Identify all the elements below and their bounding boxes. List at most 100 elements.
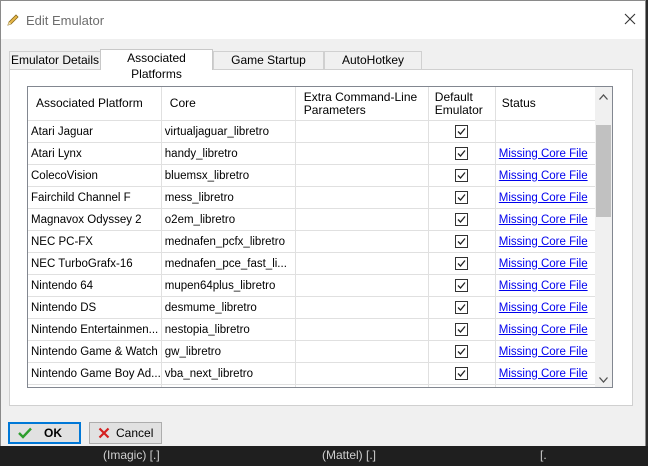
vertical-scrollbar[interactable] — [595, 87, 612, 387]
core-cell[interactable]: o2em_libretro — [161, 208, 296, 231]
extra-params-cell[interactable] — [295, 318, 429, 341]
platform-cell[interactable] — [28, 384, 162, 387]
platform-cell[interactable]: Nintendo 64 — [28, 274, 162, 297]
platforms-grid[interactable]: Associated Platform Core Extra Command-L… — [27, 86, 613, 388]
core-cell[interactable]: mupen64plus_libretro — [161, 274, 296, 297]
extra-params-cell[interactable] — [295, 274, 429, 297]
extra-params-cell[interactable] — [295, 186, 429, 209]
extra-params-cell[interactable] — [295, 384, 429, 387]
table-row[interactable]: Atari Lynx handy_libretro Missing Core Fil… — [28, 142, 598, 165]
cancel-button[interactable]: Cancel — [89, 422, 162, 444]
extra-params-cell[interactable] — [295, 120, 429, 143]
scrollbar-thumb[interactable] — [596, 125, 611, 217]
missing-core-file-link[interactable]: Missing Core File — [499, 368, 588, 380]
close-button[interactable] — [615, 1, 645, 39]
platform-cell[interactable]: Atari Lynx — [28, 142, 162, 165]
column-header-platform[interactable]: Associated Platform — [28, 87, 162, 121]
table-row[interactable]: Nintendo Entertainmen... nestopia_libretr… — [28, 318, 598, 341]
missing-core-file-link[interactable]: Missing Core File — [499, 258, 588, 270]
table-row[interactable]: Fairchild Channel Fmess_libretro Missing … — [28, 186, 598, 209]
platform-cell[interactable]: Nintendo Game Boy Ad... — [28, 362, 162, 385]
table-row[interactable]: Nintendo Game Boy Ad... vba_next_libretro… — [28, 362, 598, 385]
tab-game-startup-screen[interactable]: Game Startup Screen — [213, 51, 324, 83]
default-emulator-checkbox[interactable] — [455, 213, 469, 226]
tab-associated-platforms[interactable]: Associated Platforms — [100, 49, 213, 81]
missing-core-file-link[interactable]: Missing Core File — [499, 280, 588, 292]
default-emulator-checkbox[interactable] — [455, 345, 469, 358]
platform-cell[interactable]: Fairchild Channel F — [28, 186, 162, 209]
table-row[interactable]: Atari Jaguar virtualjaguar_libretro — [28, 120, 598, 143]
table-row[interactable]: NEC TurboGrafx-16 mednafen_pce_fast_li...… — [28, 252, 598, 275]
missing-core-file-link[interactable]: Missing Core File — [499, 324, 588, 336]
core-cell[interactable]: mednafen_pce_fast_li... — [161, 252, 296, 275]
header-row: Associated Platform Core Extra Command-L… — [28, 87, 598, 121]
extra-params-cell[interactable] — [295, 340, 429, 363]
core-cell[interactable]: mednafen_pcfx_libretro — [161, 230, 296, 253]
ok-button[interactable]: OK — [8, 422, 81, 444]
core-cell[interactable]: handy_libretro — [161, 142, 296, 165]
platform-cell[interactable]: NEC TurboGrafx-16 — [28, 252, 162, 275]
core-cell[interactable]: desmume_libretro — [161, 296, 296, 319]
extra-params-cell[interactable] — [295, 142, 429, 165]
default-emulator-checkbox[interactable] — [455, 147, 469, 160]
status-cell — [495, 120, 598, 143]
default-emulator-checkbox[interactable] — [455, 301, 469, 314]
default-emulator-checkbox[interactable] — [455, 279, 469, 292]
column-header-extra-params[interactable]: Extra Command-Line Parameters — [295, 87, 429, 121]
core-cell[interactable]: mess_libretro — [161, 186, 296, 209]
table-row[interactable]: Nintendo DS desmume_libretro Missing Core … — [28, 296, 598, 319]
platform-cell[interactable]: Nintendo Game & Watch — [28, 340, 162, 363]
scroll-down-button[interactable] — [595, 370, 612, 387]
tab-autohotkey-script[interactable]: AutoHotkey Script — [324, 51, 422, 83]
table-row[interactable]: ColecoVision bluemsx_libretro Missing Core… — [28, 164, 598, 187]
default-emulator-checkbox[interactable] — [455, 235, 469, 248]
table-row[interactable]: Nintendo 64 mupen64plus_libretro Missing C… — [28, 274, 598, 297]
core-cell[interactable]: bluemsx_libretro — [161, 164, 296, 187]
missing-core-file-link[interactable]: Missing Core File — [499, 346, 588, 358]
scroll-up-button[interactable] — [595, 87, 612, 104]
core-cell[interactable]: gw_libretro — [161, 340, 296, 363]
default-emulator-checkbox[interactable] — [455, 169, 469, 182]
missing-core-file-link[interactable]: Missing Core File — [499, 170, 588, 182]
default-emulator-checkbox[interactable] — [455, 323, 469, 336]
platform-cell[interactable]: Magnavox Odyssey 2 — [28, 208, 162, 231]
status-cell — [495, 384, 598, 387]
default-emulator-cell — [428, 208, 496, 231]
tab-emulator-details[interactable]: Emulator Details — [9, 51, 101, 69]
chevron-down-icon — [599, 372, 608, 386]
column-header-core[interactable]: Core — [161, 87, 296, 121]
extra-params-cell[interactable] — [295, 252, 429, 275]
missing-core-file-link[interactable]: Missing Core File — [499, 214, 588, 226]
missing-core-file-link[interactable]: Missing Core File — [499, 302, 588, 314]
default-emulator-cell — [428, 296, 496, 319]
core-cell[interactable] — [161, 384, 296, 387]
column-header-status[interactable]: Status — [495, 87, 598, 121]
status-cell: Missing Core File — [495, 362, 598, 385]
missing-core-file-link[interactable]: Missing Core File — [499, 236, 588, 248]
table-row[interactable] — [28, 384, 598, 387]
core-cell[interactable]: vba_next_libretro — [161, 362, 296, 385]
platform-cell[interactable]: ColecoVision — [28, 164, 162, 187]
default-emulator-checkbox[interactable] — [455, 367, 469, 380]
platform-cell[interactable]: NEC PC-FX — [28, 230, 162, 253]
extra-params-cell[interactable] — [295, 296, 429, 319]
platform-cell[interactable]: Atari Jaguar — [28, 120, 162, 143]
missing-core-file-link[interactable]: Missing Core File — [499, 192, 588, 204]
extra-params-cell[interactable] — [295, 362, 429, 385]
table-row[interactable]: Nintendo Game & Watch gw_libretro Missing … — [28, 340, 598, 363]
window-title: Edit Emulator — [26, 13, 105, 28]
missing-core-file-link[interactable]: Missing Core File — [499, 148, 588, 160]
default-emulator-checkbox[interactable] — [455, 257, 469, 270]
extra-params-cell[interactable] — [295, 230, 429, 253]
column-header-default-emulator[interactable]: Default Emulator — [428, 87, 496, 121]
platform-cell[interactable]: Nintendo DS — [28, 296, 162, 319]
platform-cell[interactable]: Nintendo Entertainmen... — [28, 318, 162, 341]
core-cell[interactable]: virtualjaguar_libretro — [161, 120, 296, 143]
table-row[interactable]: NEC PC-FX mednafen_pcfx_libretro Missing C… — [28, 230, 598, 253]
extra-params-cell[interactable] — [295, 208, 429, 231]
table-row[interactable]: Magnavox Odyssey 2 o2em_libretro Missing C… — [28, 208, 598, 231]
default-emulator-checkbox[interactable] — [455, 125, 469, 138]
extra-params-cell[interactable] — [295, 164, 429, 187]
core-cell[interactable]: nestopia_libretro — [161, 318, 296, 341]
default-emulator-checkbox[interactable] — [455, 191, 469, 204]
